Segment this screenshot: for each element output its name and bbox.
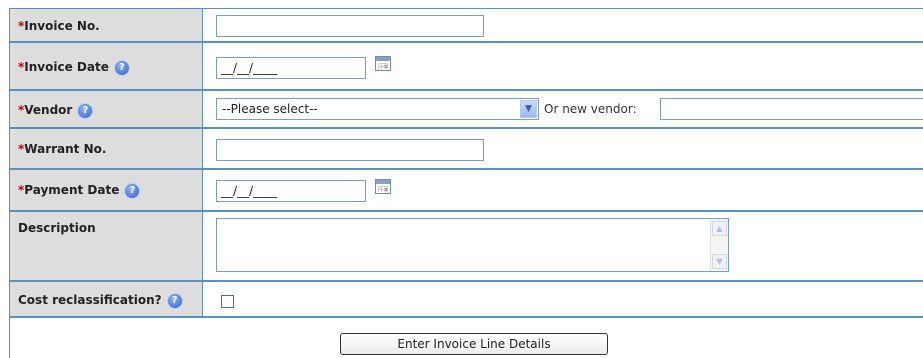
description-field-cell: ▲ ▼: [202, 211, 923, 281]
help-icon[interactable]: ?: [167, 293, 182, 308]
vendor-label-cell: *Vendor?: [9, 90, 203, 128]
warrant-no-field-cell: [202, 128, 923, 169]
description-textarea[interactable]: ▲ ▼: [216, 218, 729, 272]
invoice-form: *Invoice No. *Invoice Date? *Vendor? --P…: [0, 0, 923, 358]
cost-reclassification-label: Cost reclassification??: [18, 293, 182, 308]
cost-reclassification-checkbox[interactable]: [221, 295, 234, 308]
invoice-date-row: *Invoice Date?: [0, 42, 923, 90]
payment-date-label: *Payment Date?: [18, 183, 140, 198]
scroll-up-icon[interactable]: ▲: [712, 221, 727, 236]
invoice-no-field-cell: [202, 8, 923, 42]
new-vendor-input[interactable]: [660, 98, 923, 120]
payment-date-label-cell: *Payment Date?: [9, 169, 203, 211]
chevron-down-icon[interactable]: ▼: [520, 100, 537, 118]
vendor-row: *Vendor? --Please select-- ▼ Or new vend…: [0, 90, 923, 128]
invoice-no-label: *Invoice No.: [18, 19, 100, 33]
scrollbar[interactable]: ▲ ▼: [710, 219, 728, 271]
vendor-select[interactable]: --Please select-- ▼: [216, 98, 539, 120]
scroll-down-icon[interactable]: ▼: [712, 254, 727, 269]
warrant-no-row: *Warrant No.: [0, 128, 923, 169]
vendor-field-cell: --Please select-- ▼ Or new vendor:: [202, 90, 923, 128]
help-icon[interactable]: ?: [78, 103, 93, 118]
help-icon[interactable]: ?: [125, 183, 140, 198]
vendor-label: *Vendor?: [18, 103, 93, 118]
description-label-cell: Description: [9, 211, 203, 281]
invoice-no-input[interactable]: [216, 15, 484, 37]
cost-reclassification-field-cell: [202, 281, 923, 317]
invoice-no-row: *Invoice No.: [0, 8, 923, 42]
warrant-no-label: *Warrant No.: [18, 142, 107, 156]
cost-reclassification-row: Cost reclassification??: [0, 281, 923, 317]
invoice-date-input[interactable]: [216, 57, 366, 79]
warrant-no-input[interactable]: [216, 139, 484, 161]
submit-cell: Enter Invoice Line Details: [9, 317, 923, 358]
vendor-select-value: --Please select--: [222, 102, 318, 116]
description-row: Description ▲ ▼: [0, 211, 923, 281]
warrant-no-label-cell: *Warrant No.: [9, 128, 203, 169]
cost-reclassification-label-cell: Cost reclassification??: [9, 281, 203, 317]
invoice-date-field-cell: [202, 42, 923, 90]
payment-date-row: *Payment Date?: [0, 169, 923, 211]
invoice-no-label-cell: *Invoice No.: [9, 8, 203, 42]
calendar-icon[interactable]: [375, 56, 391, 71]
calendar-icon[interactable]: [375, 179, 391, 194]
enter-invoice-line-details-button[interactable]: Enter Invoice Line Details: [340, 333, 608, 355]
payment-date-field-cell: [202, 169, 923, 211]
new-vendor-label: Or new vendor:: [544, 102, 637, 116]
invoice-date-label: *Invoice Date?: [18, 60, 129, 75]
description-label: Description: [18, 221, 96, 235]
payment-date-input[interactable]: [216, 180, 366, 202]
help-icon[interactable]: ?: [114, 60, 129, 75]
invoice-date-label-cell: *Invoice Date?: [9, 42, 203, 90]
submit-row: Enter Invoice Line Details: [0, 317, 923, 358]
